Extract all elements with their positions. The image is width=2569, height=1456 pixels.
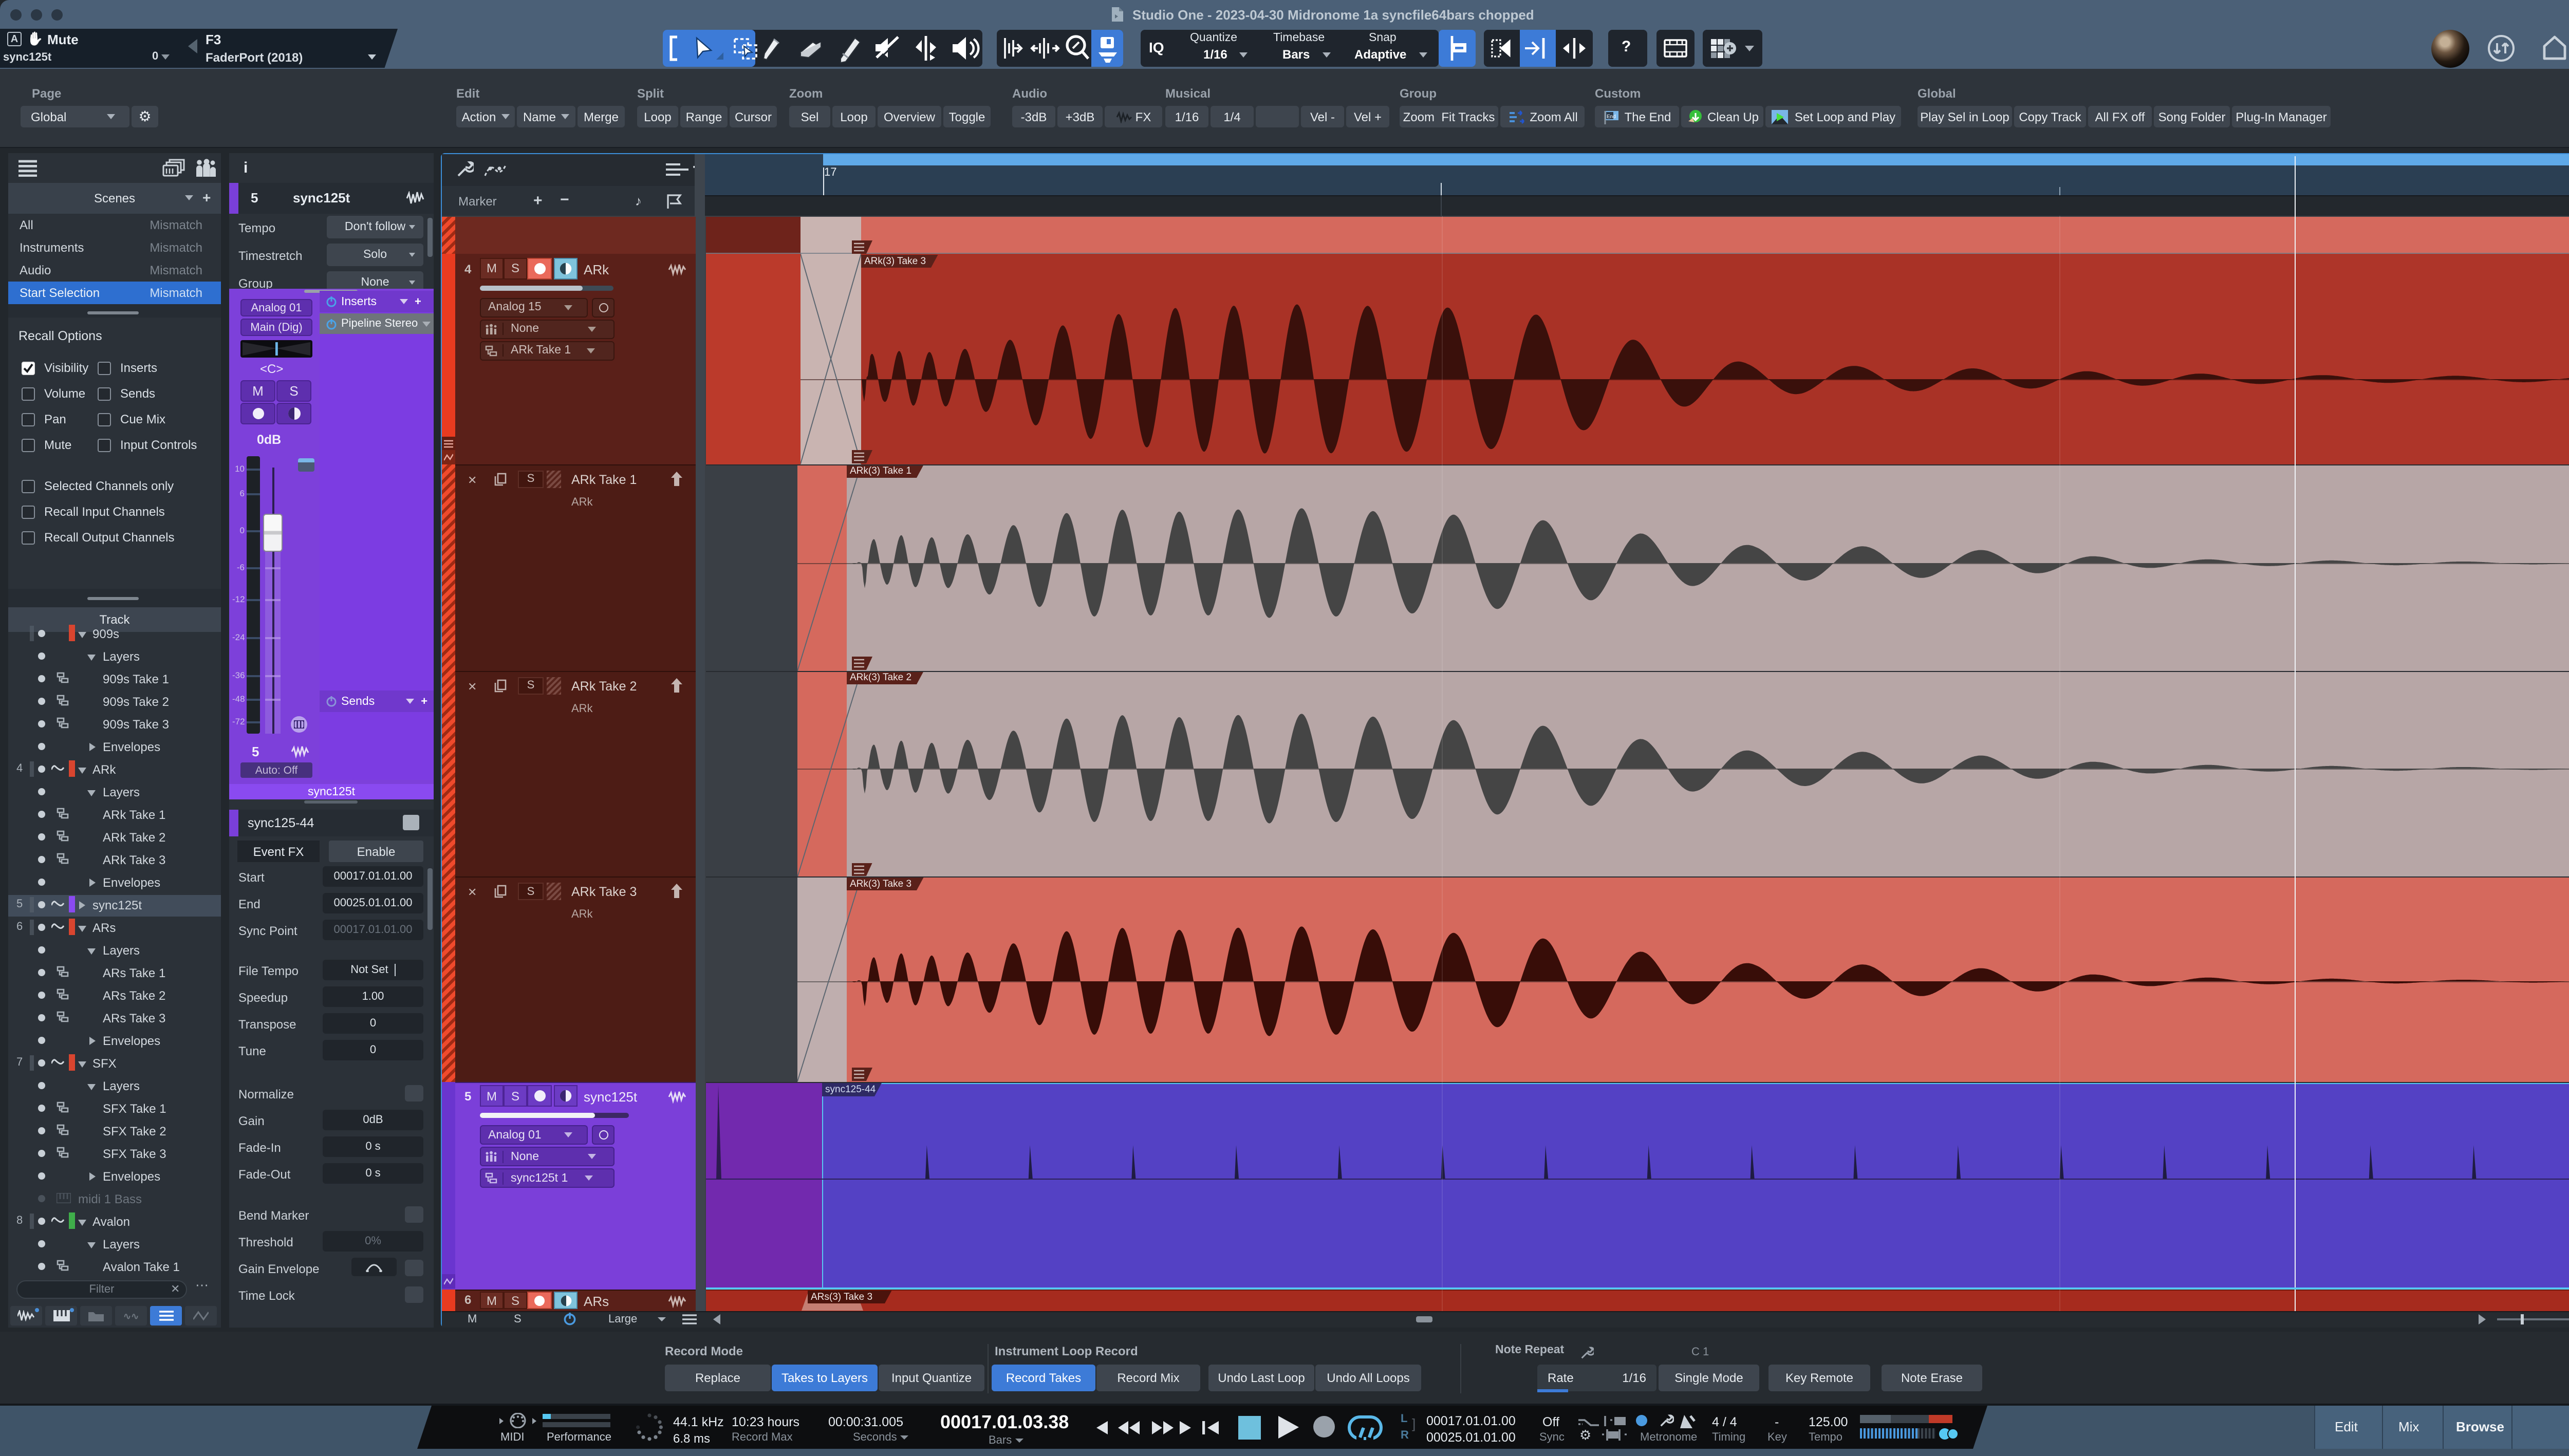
svg-text:End: End: [1607, 114, 1616, 119]
